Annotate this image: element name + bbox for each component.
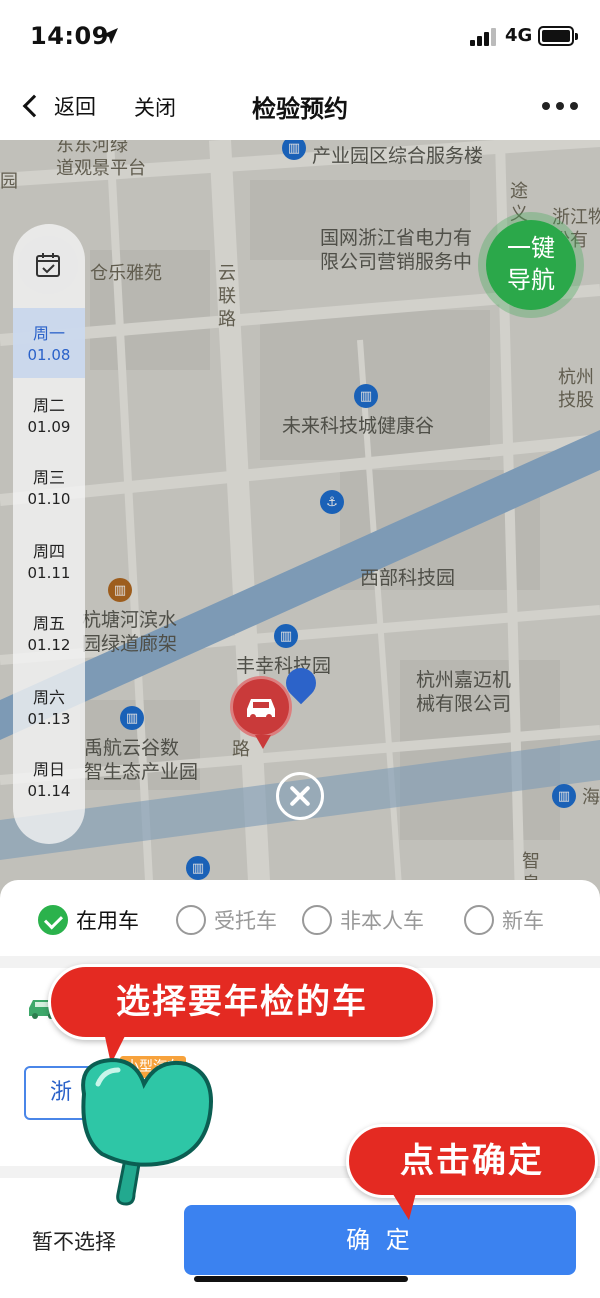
date-item[interactable]: 周六 01.13 — [13, 672, 85, 742]
date-weekday: 周五 — [32, 614, 65, 633]
date-value: 01.08 — [27, 346, 71, 364]
date-item[interactable]: 周日 01.14 — [13, 744, 85, 814]
vehicle-type-label: 非本人车 — [340, 909, 424, 933]
date-item[interactable]: 周四 01.11 — [13, 526, 85, 596]
date-weekday: 周三 — [32, 468, 65, 487]
nav-bar: 返回 关闭 检验预约 — [0, 72, 600, 140]
home-indicator — [194, 1276, 408, 1282]
vehicle-type-option[interactable]: 在用车 — [38, 904, 139, 936]
more-options-icon[interactable] — [542, 102, 578, 110]
vehicle-type-option[interactable]: 新车 — [464, 904, 544, 936]
confirm-button[interactable]: 确 定 — [184, 1205, 576, 1275]
close-icon[interactable] — [276, 772, 324, 820]
date-value: 01.14 — [27, 782, 71, 800]
date-weekday: 周一 — [32, 324, 65, 343]
vehicle-type-option[interactable]: 非本人车 — [302, 904, 424, 936]
date-value: 01.12 — [27, 636, 71, 654]
date-value: 01.10 — [27, 490, 71, 508]
date-item[interactable]: 周五 01.12 — [13, 598, 85, 668]
date-item[interactable]: 周一 01.08 — [13, 308, 85, 378]
car-icon — [247, 699, 275, 720]
page-title: 检验预约 — [252, 95, 348, 123]
date-value: 01.13 — [27, 710, 71, 728]
signal-icon — [470, 28, 498, 46]
one-click-navigation-button[interactable]: 一键 导航 — [486, 220, 576, 310]
calendar-icon[interactable] — [18, 236, 78, 294]
radio-unchecked-icon — [176, 905, 206, 935]
inspection-station-marker[interactable] — [230, 676, 292, 749]
date-weekday: 周六 — [32, 688, 65, 707]
location-arrow-icon — [102, 28, 118, 44]
date-value: 01.11 — [27, 564, 71, 582]
vehicle-type-label: 新车 — [502, 909, 544, 933]
radio-unchecked-icon — [464, 905, 494, 935]
skip-button[interactable]: 暂不选择 — [32, 1226, 116, 1256]
date-weekday: 周二 — [32, 396, 65, 415]
vehicle-type-label: 在用车 — [76, 909, 139, 933]
status-time: 14:09 — [30, 22, 109, 50]
sprout-mascot-icon — [81, 1057, 213, 1206]
date-item[interactable]: 周三 01.10 — [13, 452, 85, 522]
battery-icon — [538, 26, 578, 46]
date-weekday: 周四 — [32, 542, 65, 561]
date-item[interactable]: 周二 01.09 — [13, 380, 85, 450]
vehicle-type-label: 受托车 — [214, 909, 277, 933]
status-bar: 14:09 4G — [0, 0, 600, 72]
navigation-label: 一键 导航 — [507, 234, 555, 294]
network-label: 4G — [505, 25, 533, 46]
vehicle-type-option[interactable]: 受托车 — [176, 904, 277, 936]
date-value: 01.09 — [27, 418, 71, 436]
annotation-tap-confirm: 点击确定 — [346, 1124, 598, 1198]
radio-unchecked-icon — [302, 905, 332, 935]
date-weekday: 周日 — [32, 760, 65, 779]
radio-checked-icon — [38, 905, 68, 935]
